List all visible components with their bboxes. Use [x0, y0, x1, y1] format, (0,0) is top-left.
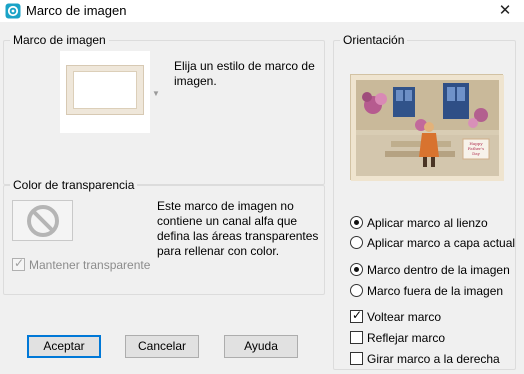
- checkbox-box: ✓: [350, 308, 363, 323]
- frame-thumbnail: [66, 65, 144, 115]
- alpha-channel-message: Este marco de imagen no contiene un cana…: [157, 199, 319, 258]
- card-text-3: Day: [472, 151, 481, 156]
- app-swirl-icon: [5, 3, 21, 19]
- radio-circle: [350, 263, 363, 276]
- keep-transparent-checkbox[interactable]: ✓ Mantener transparente: [12, 256, 150, 272]
- ok-button[interactable]: Aceptar: [27, 335, 101, 358]
- vintage-scene-image: Happy Father's Day: [351, 75, 504, 181]
- picture-frame-group-label: Marco de imagen: [10, 33, 109, 47]
- radio-apply-to-canvas[interactable]: Aplicar marco al lienzo: [350, 216, 488, 230]
- radio-frame-outside-image[interactable]: Marco fuera de la imagen: [350, 284, 503, 298]
- radio-apply-to-current-layer[interactable]: Aplicar marco a capa actual: [350, 236, 515, 250]
- close-icon[interactable]: ✕: [492, 0, 518, 22]
- rotate-frame-right-checkbox[interactable]: Girar marco a la derecha: [350, 352, 500, 366]
- radio-circle: [350, 236, 363, 249]
- picture-frame-group: Marco de imagen ▼ Elija un estilo de mar…: [3, 33, 325, 185]
- flip-frame-checkbox[interactable]: ✓ Voltear marco: [350, 308, 441, 324]
- frame-style-picker[interactable]: [60, 51, 150, 133]
- radio-frame-inside-image[interactable]: Marco dentro de la imagen: [350, 263, 510, 277]
- orientation-preview-image: Happy Father's Day: [350, 74, 504, 181]
- help-button[interactable]: Ayuda: [224, 335, 298, 358]
- radio-circle: [350, 216, 363, 229]
- frame-description: Elija un estilo de marco de imagen.: [174, 59, 315, 88]
- transparency-color-swatch[interactable]: [12, 200, 73, 241]
- title-bar: Marco de imagen ✕: [0, 0, 524, 22]
- orientation-group-label: Orientación: [340, 33, 408, 47]
- radio-circle: [350, 284, 363, 297]
- checkbox-box: ✓: [12, 256, 25, 271]
- chevron-down-icon[interactable]: ▼: [152, 89, 160, 98]
- mirror-frame-checkbox[interactable]: Reflejar marco: [350, 331, 445, 345]
- cancel-button[interactable]: Cancelar: [125, 335, 199, 358]
- dialog-body: Marco de imagen ▼ Elija un estilo de mar…: [0, 22, 524, 374]
- window-title: Marco de imagen: [26, 3, 127, 18]
- no-symbol-icon: [27, 205, 59, 237]
- checkbox-box: [350, 352, 363, 365]
- transparency-group-label: Color de transparencia: [10, 178, 138, 192]
- checkbox-box: [350, 331, 363, 344]
